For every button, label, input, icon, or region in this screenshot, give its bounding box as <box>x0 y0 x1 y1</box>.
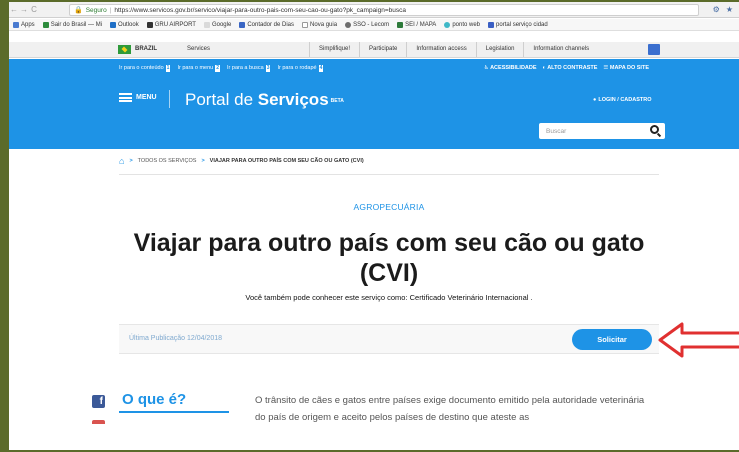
skip-to-menu[interactable]: Ir para o menu 2 <box>177 64 220 72</box>
skip-to-search[interactable]: Ir para a busca 3 <box>227 64 271 72</box>
screenshot-frame: ← → C 🔒 Seguro | https://www.servicos.go… <box>0 0 739 452</box>
bookmark-ponto-web[interactable]: ponto web <box>444 21 480 28</box>
bookmark-icon <box>42 21 49 28</box>
gov-link-legislation[interactable]: Legislation <box>475 42 524 57</box>
bookmark-icon <box>146 21 153 28</box>
brazil-flag-icon <box>118 45 131 54</box>
search-icon[interactable] <box>650 125 659 134</box>
search-input[interactable]: Buscar <box>539 123 665 139</box>
skip-links: Ir para o conteúdo 1 Ir para o menu 2 Ir p… <box>119 64 324 72</box>
services-link[interactable]: Services <box>187 46 210 52</box>
publication-bar: Última Publicação 12/04/2018 Solicitar <box>119 324 659 354</box>
reload-button[interactable]: C <box>29 5 39 14</box>
user-icon: ● <box>593 97 597 103</box>
bookmark-google[interactable]: Google <box>203 21 231 28</box>
page-title: Viajar para outro país com seu cão ou ga… <box>133 229 645 287</box>
chevron-right-icon: > <box>201 158 205 164</box>
red-arrow-annotation <box>658 322 739 358</box>
extension-icon[interactable]: ⚙ <box>713 5 720 14</box>
browser-address-bar: ← → C 🔒 Seguro | https://www.servicos.go… <box>9 2 739 18</box>
bookmark-star-icon[interactable]: ★ <box>726 5 733 14</box>
home-icon[interactable]: ⌂ <box>119 156 124 166</box>
accessibility-link[interactable]: ♿ ACESSIBILIDADE <box>484 65 537 71</box>
gov-link-simplifique[interactable]: Simplifique! <box>309 42 359 57</box>
login-link[interactable]: ● LOGIN / CADASTRO <box>593 97 652 103</box>
gov-link-participate[interactable]: Participate <box>359 42 406 57</box>
service-category[interactable]: AGROPECUÁRIA <box>119 202 659 212</box>
bookmark-icon <box>397 21 404 28</box>
lock-icon: 🔒 <box>74 7 83 14</box>
gov-link-information-access[interactable]: Information access <box>406 42 475 57</box>
section-title-what-is: O que é? <box>122 391 187 408</box>
share-icon[interactable] <box>92 420 105 424</box>
request-button[interactable]: Solicitar <box>572 329 652 350</box>
breadcrumb-all-services[interactable]: TODOS OS SERVIÇOS <box>138 158 197 164</box>
bookmarks-bar: Apps Sair do Brasil — Mi Outlook GRU AIR… <box>9 19 739 31</box>
bookmark-icon <box>239 21 246 28</box>
hamburger-icon <box>119 93 132 102</box>
translate-icon[interactable] <box>648 44 660 55</box>
back-button[interactable]: ← <box>9 5 19 14</box>
menu-label: MENU <box>136 94 157 101</box>
bookmark-sei-mapa[interactable]: SEI / MAPA <box>397 21 436 28</box>
breadcrumb-current: VIAJAR PARA OUTRO PAÍS COM SEU CÃO OU GA… <box>209 158 364 164</box>
also-known-as: Você também pode conhecer este serviço c… <box>119 293 659 302</box>
breadcrumb-divider <box>119 174 659 175</box>
government-links: Simplifique! Participate Information acc… <box>309 42 598 57</box>
bookmark-portal-servico[interactable]: portal serviço cidad <box>488 21 548 28</box>
accessibility-bar: Ir para o conteúdo 1 Ir para o menu 2 Ir p… <box>119 63 649 73</box>
bookmark-contador-de-dias[interactable]: Contador de Dias <box>239 21 294 28</box>
bookmark-sso-lecom[interactable]: SSO - Lecom <box>345 21 389 28</box>
bookmark-apps[interactable]: Apps <box>13 21 35 28</box>
skip-to-footer[interactable]: Ir para o rodapé 4 <box>277 64 324 72</box>
accessibility-options: ♿ ACESSIBILIDADE ◐ ALTO CONTRASTE ☰ MAPA… <box>484 65 649 71</box>
government-bar: BRAZIL Services Simplifique! Participate… <box>9 42 739 58</box>
brazil-link[interactable]: BRAZIL <box>135 46 157 52</box>
page-icon <box>302 21 309 28</box>
bookmark-icon <box>488 21 495 28</box>
skip-to-content[interactable]: Ir para o conteúdo 1 <box>119 64 171 72</box>
apps-icon <box>13 21 19 28</box>
bookmark-sair-do-brasil[interactable]: Sair do Brasil — Mi <box>42 21 102 28</box>
publication-date: Última Publicação 12/04/2018 <box>129 335 223 342</box>
url-text: https://www.servicos.gov.br/servico/viaj… <box>114 6 406 14</box>
bookmark-icon <box>345 21 352 28</box>
url-field[interactable]: 🔒 Seguro | https://www.servicos.gov.br/s… <box>69 4 699 16</box>
also-known-prefix: Você também pode conhecer este serviço c… <box>245 293 408 302</box>
forward-button[interactable]: → <box>19 5 29 14</box>
outlook-icon <box>110 21 117 28</box>
chevron-right-icon: > <box>129 158 133 164</box>
site-header: Ir para o conteúdo 1 Ir para o menu 2 Ir p… <box>9 59 739 149</box>
section-underline <box>119 411 229 413</box>
header-divider <box>169 90 170 108</box>
gov-link-information-channels[interactable]: Information channels <box>523 42 598 57</box>
bookmark-nova-guia[interactable]: Nova guia <box>302 21 337 28</box>
site-map-link[interactable]: ☰ MAPA DO SITE <box>603 65 649 71</box>
bookmark-icon <box>444 21 451 28</box>
secure-label: Seguro <box>85 6 107 14</box>
bookmark-outlook[interactable]: Outlook <box>110 21 139 28</box>
also-known-value: Certificado Veterinário Internacional . <box>409 293 533 302</box>
bookmark-gru-airport[interactable]: GRU AIRPORT <box>146 21 196 28</box>
menu-button[interactable]: MENU <box>119 93 157 102</box>
url-separator: | <box>109 6 112 14</box>
section-text: O trânsito de cães e gatos entre países … <box>255 395 645 423</box>
search-placeholder: Buscar <box>546 127 567 135</box>
google-icon <box>203 21 210 28</box>
portal-logo[interactable]: Portal de Serviços BETA <box>185 90 344 110</box>
facebook-icon[interactable]: f <box>92 395 105 408</box>
breadcrumb: ⌂ > TODOS OS SERVIÇOS > VIAJAR PARA OUTR… <box>119 156 364 166</box>
browser-actions: ⚙ ★ <box>713 5 733 14</box>
high-contrast-link[interactable]: ◐ ALTO CONTRASTE <box>543 65 598 71</box>
